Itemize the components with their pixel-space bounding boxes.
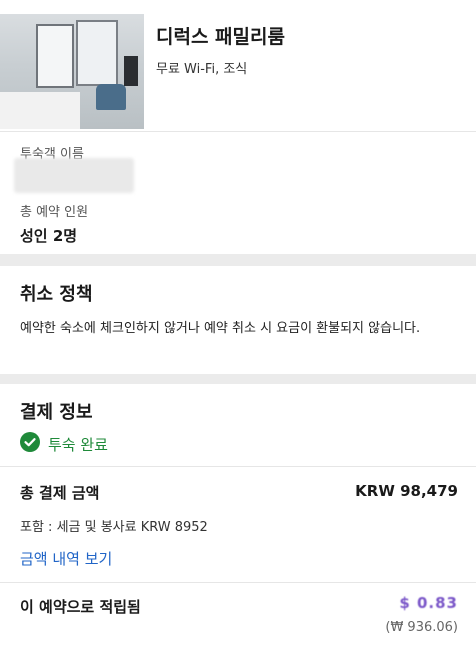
reward-earned-label: 이 예약으로 적립됨 [20, 598, 141, 616]
reward-earned-value: $ 0.83 [399, 594, 458, 612]
room-photo-window [36, 24, 74, 88]
total-payment-label: 총 결제 금액 [20, 484, 100, 502]
price-details-link[interactable]: 금액 내역 보기 [20, 548, 112, 569]
cancellation-title: 취소 정책 [20, 284, 93, 305]
room-photo-bed [0, 92, 80, 129]
guest-count-value: 성인 2명 [20, 227, 78, 245]
cancellation-card: 취소 정책 예약한 숙소에 체크인하지 않거나 예약 취소 시 요금이 환불되지… [0, 266, 476, 374]
guest-count-label: 총 예약 인원 [20, 205, 89, 220]
room-title: 디럭스 패밀리룸 [156, 26, 285, 48]
room-photo-window [76, 20, 118, 86]
total-payment-value: KRW 98,479 [355, 482, 458, 500]
room-photo-chair [96, 84, 126, 110]
divider [0, 466, 476, 467]
guest-name-redacted [14, 158, 134, 193]
payment-card: 결제 정보 투숙 완료 총 결제 금액 KRW 98,479 포함 : 세금 및… [0, 384, 476, 646]
tax-note: 포함 : 세금 및 봉사료 KRW 8952 [20, 520, 208, 535]
check-circle-icon [20, 432, 40, 452]
divider [0, 582, 476, 583]
room-photo-tv [124, 56, 138, 86]
room-photo[interactable] [0, 14, 144, 129]
divider [0, 131, 476, 132]
reward-earned-krw: (₩ 936.06) [385, 620, 458, 635]
stay-status: 투숙 완료 [48, 436, 108, 454]
cancellation-text: 예약한 숙소에 체크인하지 않거나 예약 취소 시 요금이 환불되지 않습니다. [20, 321, 421, 336]
room-card: 디럭스 패밀리룸 무료 Wi-Fi, 조식 투숙객 이름 총 예약 인원 성인 … [0, 0, 476, 254]
room-amenities: 무료 Wi-Fi, 조식 [156, 62, 248, 77]
payment-title: 결제 정보 [20, 402, 93, 423]
